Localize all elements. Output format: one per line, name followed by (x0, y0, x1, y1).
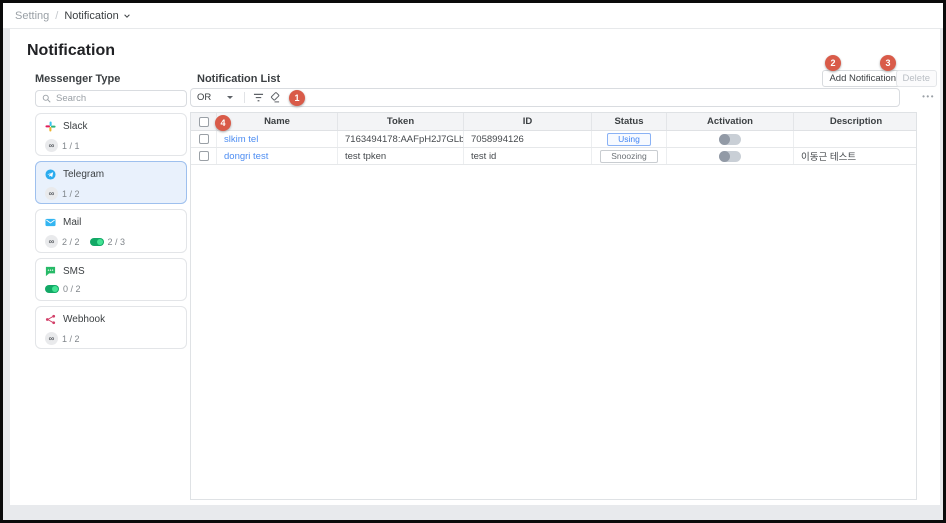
select-all-checkbox[interactable] (199, 117, 209, 127)
row-description (793, 131, 918, 147)
link-icon: ∞ (45, 235, 58, 248)
messenger-type-label: Mail (63, 217, 81, 228)
breadcrumb-current-label: Notification (64, 10, 118, 22)
callout-badge-1: 1 (289, 90, 305, 106)
filter-funnel-icon[interactable] (250, 90, 266, 106)
active-count-badge: 0 / 2 (45, 284, 81, 294)
breadcrumb-current[interactable]: Notification (64, 10, 130, 22)
table-header-row: Name Token ID Status Activation Descript… (191, 113, 916, 131)
slack-icon (45, 121, 56, 132)
page-title: Notification (27, 42, 115, 60)
activation-toggle[interactable] (719, 134, 741, 145)
messenger-type-label: Webhook (63, 314, 105, 325)
callout-badge-4: 4 (215, 115, 231, 131)
filter-operator-value: OR (197, 92, 211, 103)
app-window: Setting / Notification Notification Mess… (0, 0, 946, 523)
mail-icon (45, 217, 56, 228)
notification-table: Name Token ID Status Activation Descript… (190, 112, 917, 500)
more-options-icon[interactable]: ••• (922, 92, 935, 101)
callout-badge-2: 2 (825, 55, 841, 71)
notification-list-title: Notification List (197, 73, 280, 85)
linked-count: 1 / 2 (62, 334, 80, 344)
active-count-badge: 2 / 3 (90, 237, 126, 247)
delete-button[interactable]: Delete (896, 70, 937, 87)
row-name-link[interactable]: dongri test (216, 148, 337, 164)
row-id: test id (463, 148, 591, 164)
telegram-icon (45, 169, 56, 180)
messenger-type-label: SMS (63, 266, 85, 277)
filter-operator-select[interactable]: OR (191, 92, 239, 103)
row-token: 7163494178:AAFpH2J7GLbvL-j_1D1IC... (337, 131, 463, 147)
messenger-type-telegram[interactable]: Telegram ∞ 1 / 2 (35, 161, 187, 204)
linked-count: 2 / 2 (62, 237, 80, 247)
row-name-link[interactable]: slkim tel (216, 131, 337, 147)
linked-count-badge: ∞ 1 / 2 (45, 187, 80, 200)
messenger-type-label: Telegram (63, 169, 104, 180)
clear-filter-eraser-icon[interactable] (266, 90, 282, 106)
messenger-type-title: Messenger Type (35, 73, 120, 85)
row-description: 이동근 테스트 (793, 148, 918, 164)
column-header-name[interactable]: Name (216, 113, 337, 130)
status-badge: Snoozing (600, 150, 657, 163)
link-icon: ∞ (45, 332, 58, 345)
toggle-on-icon (90, 238, 104, 246)
linked-count-badge: ∞ 2 / 2 (45, 235, 80, 248)
messenger-type-webhook[interactable]: Webhook ∞ 1 / 2 (35, 306, 187, 349)
column-header-activation[interactable]: Activation (666, 113, 793, 130)
table-row: slkim tel 7163494178:AAFpH2J7GLbvL-j_1D1… (191, 131, 916, 148)
caret-down-icon (227, 96, 233, 99)
column-header-status[interactable]: Status (591, 113, 666, 130)
breadcrumb-separator: / (55, 10, 58, 22)
webhook-icon (45, 314, 56, 325)
callout-badge-3: 3 (880, 55, 896, 71)
messenger-type-slack[interactable]: Slack ∞ 1 / 1 (35, 113, 187, 156)
activation-toggle[interactable] (719, 151, 741, 162)
column-header-token[interactable]: Token (337, 113, 463, 130)
chevron-down-icon (123, 12, 131, 20)
search-icon (42, 94, 51, 103)
messenger-type-mail[interactable]: Mail ∞ 2 / 2 2 / 3 (35, 209, 187, 253)
linked-count: 1 / 1 (62, 141, 80, 151)
breadcrumb: Setting / Notification (3, 3, 943, 29)
row-token: test tpken (337, 148, 463, 164)
row-checkbox[interactable] (199, 134, 209, 144)
search-input[interactable] (56, 93, 180, 104)
messenger-type-label: Slack (63, 121, 87, 132)
row-id: 7058994126 (463, 131, 591, 147)
messenger-type-sms[interactable]: SMS 0 / 2 (35, 258, 187, 301)
status-badge: Using (607, 133, 651, 146)
table-row: dongri test test tpken test id Snoozing … (191, 148, 916, 165)
link-icon: ∞ (45, 187, 58, 200)
link-icon: ∞ (45, 139, 58, 152)
linked-count-badge: ∞ 1 / 2 (45, 332, 80, 345)
toggle-on-icon (45, 285, 59, 293)
linked-count-badge: ∞ 1 / 1 (45, 139, 80, 152)
active-count: 2 / 3 (108, 237, 126, 247)
divider (244, 92, 245, 103)
linked-count: 1 / 2 (62, 189, 80, 199)
row-checkbox[interactable] (199, 151, 209, 161)
breadcrumb-parent[interactable]: Setting (15, 10, 49, 22)
active-count: 0 / 2 (63, 284, 81, 294)
sms-icon (45, 266, 56, 277)
column-header-description[interactable]: Description (793, 113, 918, 130)
column-header-id[interactable]: ID (463, 113, 591, 130)
add-notification-button[interactable]: Add Notification (822, 70, 903, 87)
messenger-search (35, 90, 187, 107)
